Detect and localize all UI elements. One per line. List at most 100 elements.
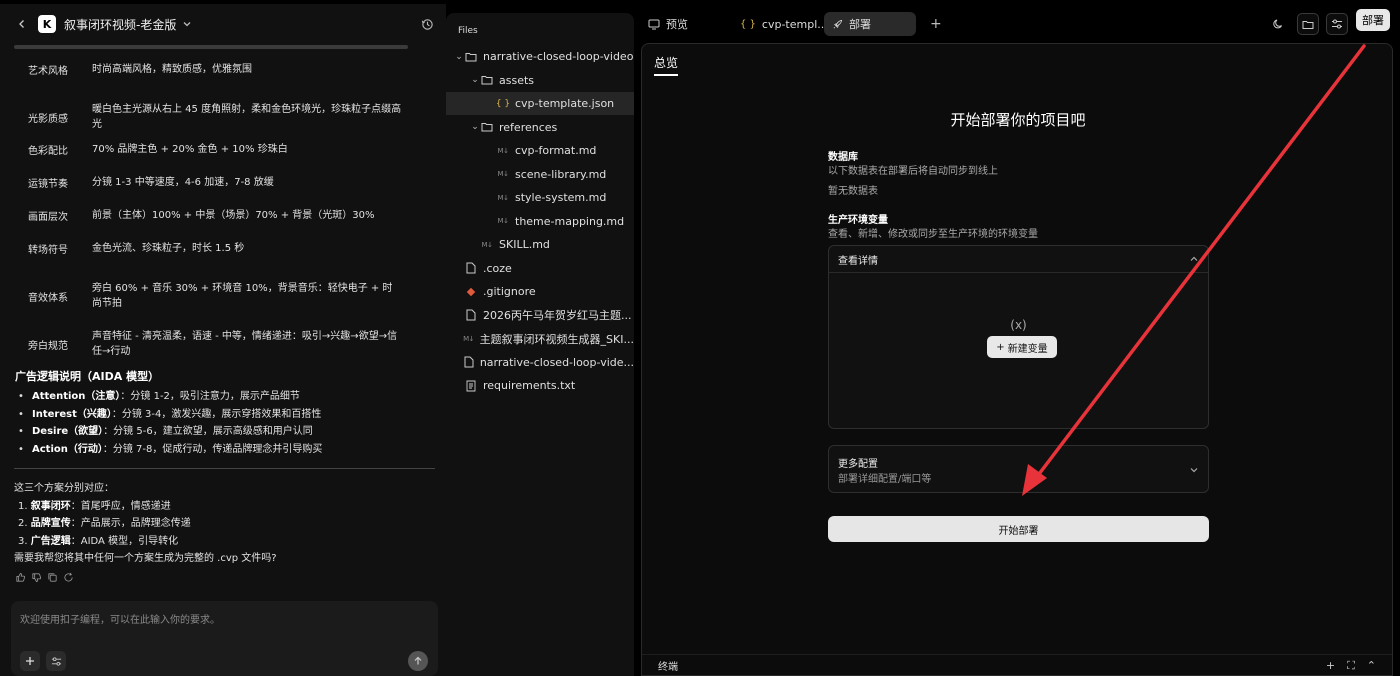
tree-file[interactable]: { } cvp-template.json: [446, 92, 634, 115]
tree-file[interactable]: M↓ theme-mapping.md: [446, 210, 634, 233]
plus-icon: +: [996, 341, 1005, 353]
tree-item-label: cvp-format.md: [515, 144, 597, 157]
style-row: 色彩配比 70% 品牌主色 + 20% 金色 + 10% 珍珠白: [28, 142, 402, 157]
markdown-file-icon: M↓: [497, 146, 509, 155]
style-row: 旁白规范 声音特征 - 清亮温柔，语速 - 中等，情绪递进：吸引→兴趣→欲望→信任…: [28, 329, 402, 359]
back-icon[interactable]: [14, 19, 30, 29]
deploy-panel: 总览 开始部署你的项目吧 数据库 以下数据表在部署后将自动同步到线上 暂无数据表…: [641, 43, 1393, 676]
tab-label: 部署: [849, 18, 871, 31]
tab-preview[interactable]: 预览: [640, 12, 696, 36]
tree-item-label: .coze: [483, 261, 512, 275]
chevron-down-icon[interactable]: ⌄: [454, 52, 464, 62]
style-row-value: 声音特征 - 清亮温柔，语速 - 中等，情绪递进：吸引→兴趣→欲望→信任→行动: [92, 331, 398, 357]
style-row-value: 分镜 1-3 中等速度，4-6 加速，7-8 放缓: [92, 177, 274, 188]
chat-input-box[interactable]: 欢迎使用扣子编程，可以在此输入你的要求。: [11, 601, 438, 676]
tab-overview[interactable]: 总览: [654, 54, 678, 71]
tab-cvp-template[interactable]: { } cvp-templ...: [732, 12, 836, 36]
deploy-button[interactable]: 部署: [1356, 9, 1390, 31]
file-icon: [464, 309, 478, 321]
tree-item-label: references: [499, 120, 558, 134]
tree-item-label: narrative-closed-loop-video: [483, 50, 634, 63]
style-row-key: 旁白规范: [28, 340, 68, 352]
summary-block: 这三个方案分别对应： 1. 叙事闭环：首尾呼应，情感递进 2. 品牌宣传：产品展…: [14, 480, 277, 568]
history-icon[interactable]: [421, 18, 434, 31]
json-file-icon: { }: [495, 98, 511, 109]
chevron-down-icon[interactable]: ⌄: [470, 75, 480, 85]
env-vars-card: 查看详情 (x) 暂无数据 + 新建变量: [828, 245, 1209, 429]
style-row-value: 时尚高端风格，精致质感，优雅氛围: [92, 64, 252, 75]
settings-sliders-button[interactable]: [46, 651, 66, 671]
markdown-file-icon: M↓: [497, 170, 509, 178]
fullscreen-icon[interactable]: ⛶: [1347, 659, 1355, 673]
tree-file[interactable]: M↓ SKILL.md: [446, 233, 634, 256]
tree-folder[interactable]: ⌄ narrative-closed-loop-video: [446, 45, 634, 68]
new-variable-button[interactable]: + 新建变量: [987, 336, 1057, 358]
tab-deploy[interactable]: 部署: [824, 12, 916, 36]
folder-button[interactable]: [1297, 13, 1319, 35]
settings-sliders-button[interactable]: [1326, 13, 1348, 35]
divider: [14, 468, 435, 469]
tree-file[interactable]: M↓ cvp-format.md: [446, 139, 634, 162]
chevron-up-icon[interactable]: [1189, 254, 1199, 264]
terminal-label[interactable]: 终端: [658, 658, 678, 673]
details-label: 查看详情: [838, 255, 878, 267]
tree-file[interactable]: .coze: [446, 257, 634, 280]
tree-item-label: .gitignore: [483, 285, 536, 298]
add-terminal-icon[interactable]: +: [1326, 659, 1335, 673]
chevron-down-icon[interactable]: [1189, 465, 1199, 475]
file-icon: [464, 262, 478, 274]
tree-file[interactable]: .gitignore: [446, 280, 634, 303]
tree-item-label: theme-mapping.md: [515, 214, 625, 228]
style-row-value: 旁白 60% + 音乐 30% + 环境音 10%，背景音乐：轻快电子 + 时尚…: [92, 283, 393, 309]
collapse-icon[interactable]: ⌃: [1367, 659, 1376, 673]
theme-toggle-button[interactable]: [1267, 13, 1289, 35]
tree-item-label: style-system.md: [515, 191, 607, 204]
tree-file[interactable]: M↓ 主题叙事闭环视频生成器_SKI...: [446, 327, 634, 350]
tree-file[interactable]: 2026丙午马年贺岁红马主题...: [446, 304, 634, 327]
aida-list: Attention（注意）：分镜 1-2，吸引注意力，展示产品细节 Intere…: [18, 388, 322, 458]
project-logo: K: [38, 15, 56, 33]
tree-item-label: scene-library.md: [515, 167, 607, 181]
add-attachment-button[interactable]: [20, 651, 40, 671]
database-label: 数据库: [828, 152, 858, 163]
tree-file[interactable]: requirements.txt: [446, 374, 634, 397]
tree-file[interactable]: M↓ scene-library.md: [446, 163, 634, 186]
chat-header: K 叙事闭环视频-老金版: [0, 4, 446, 44]
style-row-key: 色彩配比: [28, 146, 68, 157]
tree-folder[interactable]: ⌄ references: [446, 116, 634, 139]
rocket-icon: [832, 19, 843, 30]
chevron-down-icon[interactable]: [182, 19, 192, 29]
tree-file[interactable]: M↓ style-system.md: [446, 186, 634, 209]
thumbs-up-icon[interactable]: [15, 572, 26, 583]
style-row: 画面层次 前景（主体）100% + 中景（场景）70% + 背景（光斑）30%: [28, 208, 402, 223]
tree-file[interactable]: narrative-closed-loop-vide...: [446, 351, 634, 374]
markdown-file-icon: M↓: [463, 334, 475, 343]
files-title: Files: [458, 26, 478, 36]
project-name[interactable]: 叙事闭环视频-老金版: [64, 16, 176, 33]
database-empty-text: 暂无数据表: [828, 186, 878, 197]
files-panel: Files ⌄ narrative-closed-loop-video ⌄ asset…: [446, 13, 634, 676]
style-row-value: 暖白色主光源从右上 45 度角照射，柔和金色环境光，珍珠粒子点缀高光: [92, 104, 402, 130]
list-item: Desire（欲望）：分镜 5-6，建立欲望，展示高级感和用户认同: [18, 423, 322, 441]
editor-topbar: 预览 { } cvp-templ... 部署 +: [640, 4, 1400, 42]
copy-icon[interactable]: [47, 572, 58, 583]
tree-folder[interactable]: ⌄ assets: [446, 69, 634, 92]
add-tab-button[interactable]: +: [922, 12, 950, 36]
style-row: 运镜节奏 分镜 1-3 中等速度，4-6 加速，7-8 放缓: [28, 175, 402, 190]
summary-intro: 这三个方案分别对应：: [14, 483, 114, 494]
style-row: 艺术风格 时尚高端风格，精致质感，优雅氛围: [28, 62, 402, 77]
style-row: 转场符号 金色光流、珍珠粒子，时长 1.5 秒: [28, 241, 402, 256]
env-vars-details-header[interactable]: 查看详情: [829, 246, 1208, 273]
more-config-card[interactable]: 更多配置 部署详细配置/端口等: [828, 445, 1209, 493]
send-button[interactable]: [408, 651, 428, 671]
start-deploy-button[interactable]: 开始部署: [828, 516, 1209, 542]
chat-input-placeholder[interactable]: 欢迎使用扣子编程，可以在此输入你的要求。: [20, 611, 220, 626]
markdown-file-icon: M↓: [497, 217, 509, 225]
thumbs-down-icon[interactable]: [31, 572, 42, 583]
new-variable-label: 新建变量: [1007, 343, 1048, 355]
refresh-icon[interactable]: [63, 572, 74, 583]
tab-label: cvp-templ...: [761, 17, 828, 31]
chevron-down-icon[interactable]: ⌄: [470, 122, 480, 132]
tree-item-label: assets: [499, 73, 535, 87]
folder-icon: [480, 122, 494, 132]
